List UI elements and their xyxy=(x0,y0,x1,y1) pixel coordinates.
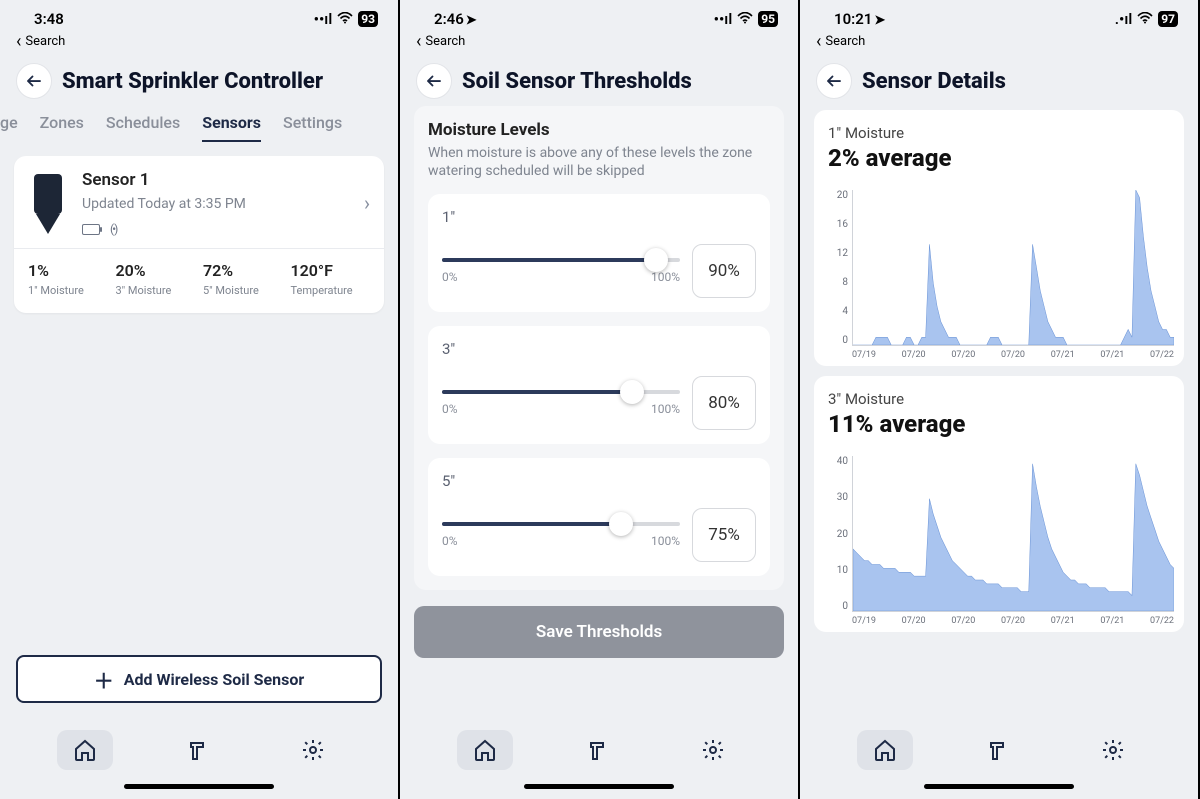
threshold-value[interactable]: 75% xyxy=(692,508,756,562)
y-axis: 403020100 xyxy=(828,456,852,626)
bottom-nav xyxy=(0,720,398,799)
metric-3in: 20% 3" Moisture xyxy=(116,261,196,297)
status-time: 2:46➤ xyxy=(434,10,477,28)
sensor-card[interactable]: Sensor 1 Updated Today at 3:35 PM (•) › … xyxy=(14,156,384,313)
status-bar: 3:48 ••ıl 93 xyxy=(0,6,398,32)
page-title: Sensor Details xyxy=(862,69,1006,94)
page-title: Soil Sensor Thresholds xyxy=(462,69,692,94)
chart-plot[interactable] xyxy=(852,456,1174,612)
tab-sensors[interactable]: Sensors xyxy=(202,113,261,142)
back-button[interactable] xyxy=(16,63,52,99)
status-bar: 2:46➤ ••ıl 95 xyxy=(400,6,798,32)
sensor-image xyxy=(28,174,68,236)
x-axis: 07/1907/2007/2007/2007/2107/2107/22 xyxy=(852,350,1174,360)
back-to-search[interactable]: Search xyxy=(400,32,798,53)
metric-1in: 1% 1" Moisture xyxy=(28,261,108,297)
nav-settings[interactable] xyxy=(1085,730,1141,770)
chart-card-1: 3" Moisture 11% average 40302010007/1907/2… xyxy=(814,376,1184,632)
chart-plot[interactable] xyxy=(852,190,1174,346)
threshold-slider[interactable]: 0%100% xyxy=(442,522,680,548)
x-axis: 07/1907/2007/2007/2007/2107/2107/22 xyxy=(852,616,1174,626)
threshold-slider[interactable]: 0%100% xyxy=(442,258,680,284)
threshold-value[interactable]: 80% xyxy=(692,376,756,430)
chart-subtitle: 3" Moisture xyxy=(828,390,1174,408)
metric-temp: 120°F Temperature xyxy=(291,261,371,297)
nav-home[interactable] xyxy=(457,730,513,770)
location-icon: ➤ xyxy=(874,13,885,28)
back-to-search[interactable]: Search xyxy=(0,32,398,53)
screen-details: 10:21➤ .•ıl 97 Search Sensor Details 1" … xyxy=(800,0,1200,799)
depth-label: 3" xyxy=(442,340,756,358)
chart-subtitle: 1" Moisture xyxy=(828,124,1174,142)
bottom-nav xyxy=(400,720,798,799)
status-time: 3:48 xyxy=(34,10,64,28)
nav-sprinkler[interactable] xyxy=(971,730,1027,770)
home-indicator xyxy=(524,784,674,789)
page-title: Smart Sprinkler Controller xyxy=(62,69,323,94)
location-icon: ➤ xyxy=(466,13,477,28)
nav-sprinkler[interactable] xyxy=(171,730,227,770)
threshold-1in: 1" 0%100% 90% xyxy=(428,194,770,312)
nav-home[interactable] xyxy=(57,730,113,770)
status-icons: ••ıl 93 xyxy=(314,10,378,28)
tab-schedules[interactable]: Schedules xyxy=(106,113,180,142)
sensor-updated: Updated Today at 3:35 PM xyxy=(82,196,350,212)
back-to-search[interactable]: Search xyxy=(800,32,1198,53)
sensor-metrics: 1% 1" Moisture 20% 3" Moisture 72% 5" Mo… xyxy=(28,261,370,297)
threshold-slider[interactable]: 0%100% xyxy=(442,390,680,416)
add-sensor-button[interactable]: ＋ Add Wireless Soil Sensor xyxy=(16,655,382,703)
battery-level: 95 xyxy=(758,11,778,27)
signal-icon: (•) xyxy=(110,222,116,236)
screen-thresholds: 2:46➤ ••ıl 95 Search Soil Sensor Thresho… xyxy=(400,0,800,799)
tab-truncated[interactable]: ge xyxy=(0,113,18,142)
cellular-icon: ••ıl xyxy=(714,10,733,28)
status-icons: ••ıl 95 xyxy=(714,10,778,28)
battery-level: 97 xyxy=(1158,11,1178,27)
tab-zones[interactable]: Zones xyxy=(40,113,84,142)
section-title: Moisture Levels xyxy=(428,120,770,140)
threshold-3in: 3" 0%100% 80% xyxy=(428,326,770,444)
wifi-icon xyxy=(337,10,353,28)
status-bar: 10:21➤ .•ıl 97 xyxy=(800,6,1198,32)
status-time: 10:21➤ xyxy=(834,10,885,28)
plus-icon: ＋ xyxy=(94,665,114,694)
depth-label: 1" xyxy=(442,208,756,226)
bottom-nav xyxy=(800,720,1198,799)
chevron-right-icon: › xyxy=(364,191,370,215)
chart-card-0: 1" Moisture 2% average 20161284007/1907/20… xyxy=(814,110,1184,366)
status-icons: .•ıl 97 xyxy=(1115,10,1178,28)
threshold-5in: 5" 0%100% 75% xyxy=(428,458,770,576)
moisture-section: Moisture Levels When moisture is above a… xyxy=(414,106,784,590)
battery-icon xyxy=(82,224,100,235)
save-thresholds-button[interactable]: Save Thresholds xyxy=(414,606,784,658)
home-indicator xyxy=(924,784,1074,789)
back-button[interactable] xyxy=(416,63,452,99)
nav-settings[interactable] xyxy=(285,730,341,770)
home-indicator xyxy=(124,784,274,789)
chart-title: 11% average xyxy=(828,410,1174,438)
cellular-icon: ••ıl xyxy=(314,10,333,28)
wifi-icon xyxy=(1137,10,1153,28)
y-axis: 201612840 xyxy=(828,190,852,360)
depth-label: 5" xyxy=(442,472,756,490)
wifi-icon xyxy=(737,10,753,28)
chart-title: 2% average xyxy=(828,144,1174,172)
threshold-value[interactable]: 90% xyxy=(692,244,756,298)
nav-home[interactable] xyxy=(857,730,913,770)
nav-sprinkler[interactable] xyxy=(571,730,627,770)
metric-5in: 72% 5" Moisture xyxy=(203,261,283,297)
cellular-icon: .•ıl xyxy=(1115,10,1132,28)
nav-settings[interactable] xyxy=(685,730,741,770)
tab-settings[interactable]: Settings xyxy=(283,113,342,142)
back-button[interactable] xyxy=(816,63,852,99)
screen-sensors: 3:48 ••ıl 93 Search Smart Sprinkler Cont… xyxy=(0,0,400,799)
tabs: ge Zones Schedules Sensors Settings xyxy=(0,107,398,142)
battery-level: 93 xyxy=(358,11,378,27)
sensor-name: Sensor 1 xyxy=(82,170,350,190)
section-desc: When moisture is above any of these leve… xyxy=(428,144,770,180)
